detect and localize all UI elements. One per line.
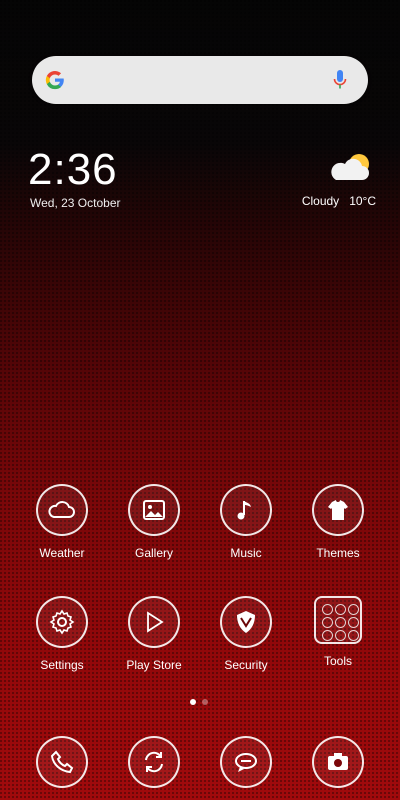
cloudy-sun-icon — [331, 154, 369, 180]
clock-date: Wed, 23 October — [30, 196, 121, 210]
google-search-bar[interactable] — [32, 56, 368, 104]
page-indicator — [190, 699, 208, 705]
app-label: Music — [230, 546, 262, 560]
app-gallery[interactable]: Gallery — [109, 484, 199, 560]
app-themes[interactable]: Themes — [293, 484, 383, 560]
camera-icon — [312, 736, 364, 788]
app-label: Themes — [316, 546, 360, 560]
app-music[interactable]: Music — [201, 484, 291, 560]
image-icon — [128, 484, 180, 536]
app-settings[interactable]: Settings — [17, 596, 107, 672]
app-security[interactable]: Security — [201, 596, 291, 672]
clock-time[interactable]: 2:36 — [28, 146, 118, 194]
play-icon — [128, 596, 180, 648]
app-label: Tools — [323, 654, 352, 668]
dock-camera[interactable] — [293, 736, 383, 788]
message-icon — [220, 736, 272, 788]
page-dot-active — [190, 699, 196, 705]
weather-widget[interactable]: Cloudy 10°C — [256, 150, 376, 210]
dock-phone[interactable] — [17, 736, 107, 788]
app-weather[interactable]: Weather — [17, 484, 107, 560]
weather-info: Cloudy 10°C — [292, 194, 376, 208]
app-tools[interactable]: Tools — [293, 596, 383, 668]
app-label: Settings — [40, 658, 84, 672]
mic-icon[interactable] — [332, 68, 348, 92]
app-label: Security — [224, 658, 268, 672]
app-label: Weather — [39, 546, 85, 560]
app-play-store[interactable]: Play Store — [109, 596, 199, 672]
tshirt-icon — [312, 484, 364, 536]
cloud-icon — [36, 484, 88, 536]
dock-messages[interactable] — [201, 736, 291, 788]
weather-temp: 10°C — [349, 194, 376, 208]
folder-grid-icon — [314, 596, 362, 644]
music-note-icon — [220, 484, 272, 536]
app-label: Play Store — [126, 658, 182, 672]
sync-icon — [128, 736, 180, 788]
app-label: Gallery — [134, 546, 173, 560]
dock-sync[interactable] — [109, 736, 199, 788]
page-dot — [202, 699, 208, 705]
shield-icon — [220, 596, 272, 648]
weather-condition: Cloudy — [301, 194, 340, 208]
google-icon — [45, 70, 64, 90]
gear-icon — [36, 596, 88, 648]
phone-icon — [36, 736, 88, 788]
